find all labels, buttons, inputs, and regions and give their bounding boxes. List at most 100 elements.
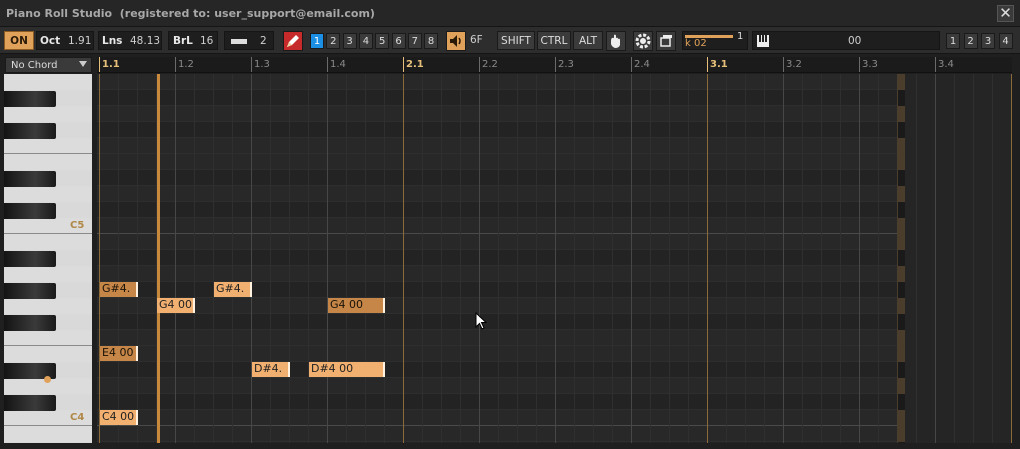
note-block[interactable]: G4 00 (157, 298, 195, 313)
ruler-tick (99, 57, 100, 72)
black-key[interactable] (4, 283, 56, 299)
piano-keyboard[interactable]: C5 C4 (4, 74, 92, 443)
white-key[interactable] (4, 330, 92, 346)
grid-column-line (612, 74, 613, 443)
black-key[interactable] (4, 251, 56, 267)
channel-button-2[interactable]: 2 (963, 33, 978, 49)
white-key[interactable] (4, 266, 92, 282)
layer-button-2[interactable]: 2 (326, 33, 341, 49)
layer-button-6[interactable]: 6 (391, 33, 406, 49)
black-key[interactable] (4, 91, 56, 107)
shift-button[interactable]: SHIFT (497, 31, 535, 50)
white-key[interactable] (4, 426, 92, 442)
channel-button-4[interactable]: 4 (998, 33, 1013, 49)
grid-column-line (726, 74, 727, 443)
end-marker-row (898, 314, 905, 330)
velocity-count: 1 (737, 31, 744, 42)
note-block[interactable]: G#4. (100, 282, 138, 297)
black-key[interactable] (4, 123, 56, 139)
grid-column-line (270, 74, 271, 443)
grid-column-line (346, 74, 347, 443)
gear-icon (635, 33, 651, 49)
white-key[interactable] (4, 346, 92, 362)
ctrl-button[interactable]: CTRL (537, 31, 571, 50)
grid-column-line (593, 74, 594, 443)
note-block[interactable]: E4 00 (100, 346, 138, 361)
hand-icon (611, 34, 620, 48)
layer-button-4[interactable]: 4 (358, 33, 373, 49)
grid-column-line (194, 74, 195, 443)
midi-value: 00 (848, 35, 862, 47)
note-grid[interactable]: G#4. G#4. G4 00 G4 00 E4 00 D#4. D#4 00 C4 00 (97, 74, 1012, 443)
pencil-icon (287, 35, 299, 47)
note-block[interactable]: G4 00 (328, 298, 385, 313)
ruler-tick (327, 57, 328, 72)
grid-column-line (403, 74, 404, 443)
end-marker-row (898, 362, 905, 378)
chevron-down-icon (79, 61, 87, 67)
ruler-label: 3.1 (710, 59, 728, 70)
alt-button[interactable]: ALT (573, 31, 603, 50)
black-key[interactable] (4, 203, 56, 219)
white-key[interactable] (4, 138, 92, 154)
ruler-label: 3.3 (862, 59, 878, 70)
layer-button-7[interactable]: 7 (407, 33, 422, 49)
white-key[interactable] (4, 74, 92, 90)
volume-button[interactable] (446, 31, 466, 51)
bar-length-field[interactable]: BrL 16 (168, 31, 218, 50)
lines-field[interactable]: Lns 48.13 (98, 31, 162, 50)
ruler-tick (707, 57, 708, 72)
grid-column-line (783, 74, 784, 443)
pencil-tool-button[interactable] (283, 31, 303, 51)
grid-column-line (213, 74, 214, 443)
note-block[interactable]: C4 00 (100, 410, 138, 425)
black-key[interactable] (4, 171, 56, 187)
bar-length-label: BrL (173, 35, 193, 47)
layer-button-5[interactable]: 5 (375, 33, 390, 49)
white-key[interactable] (4, 106, 92, 122)
midi-field[interactable]: 00 (752, 31, 940, 50)
loop-start-marker[interactable] (157, 74, 160, 443)
channel-button-3[interactable]: 3 (981, 33, 995, 49)
ruler-label: 3.2 (786, 59, 802, 70)
black-key[interactable] (4, 315, 56, 331)
title-bar: Piano Roll Studio (registered to: user_s… (0, 0, 1020, 27)
layer-button-3[interactable]: 3 (342, 33, 357, 49)
layer-button-8[interactable]: 8 (424, 33, 439, 49)
octave-field[interactable]: Oct 1.91 (36, 31, 94, 50)
grid-column-line (745, 74, 746, 443)
grid-column-line (365, 74, 366, 443)
window-title: Piano Roll Studio (registered to: user_s… (6, 7, 375, 20)
snap-field[interactable]: 2 (224, 31, 274, 50)
layer-button-1[interactable]: 1 (310, 33, 324, 49)
white-key[interactable] (4, 234, 92, 250)
on-toggle-button[interactable]: ON (4, 31, 34, 50)
grid-column-line (992, 74, 993, 443)
hand-tool-button[interactable] (606, 31, 626, 51)
white-key[interactable] (4, 186, 92, 202)
channel-button-1[interactable]: 1 (946, 33, 960, 49)
speaker-icon (450, 35, 461, 47)
timeline-ruler[interactable]: 1.1 1.2 1.3 1.4 2.1 2.2 2.3 2.4 3.1 3.2 3.3 3.4 (97, 57, 1012, 73)
velocity-field[interactable]: k 02 1 (682, 31, 748, 50)
window-mode-button[interactable] (656, 31, 676, 51)
grid-column-line (650, 74, 651, 443)
grid-column-line (251, 74, 252, 443)
close-button[interactable]: ✕ (997, 5, 1014, 22)
white-key[interactable] (4, 298, 92, 314)
ruler-tick (479, 57, 480, 72)
mouse-cursor-icon (475, 312, 487, 330)
note-block[interactable]: D#4. (252, 362, 290, 377)
ruler-label: 1.3 (254, 59, 270, 70)
white-key[interactable] (4, 154, 92, 170)
ruler-label: 3.4 (938, 59, 954, 70)
black-key[interactable] (4, 395, 56, 411)
settings-button[interactable] (633, 31, 653, 51)
grid-column-line (308, 74, 309, 443)
note-block[interactable]: D#4 00 (309, 362, 385, 377)
note-block[interactable]: G#4. (214, 282, 252, 297)
grid-column-line (536, 74, 537, 443)
ruler-label: 2.3 (558, 59, 574, 70)
end-marker-row (898, 170, 905, 186)
grid-column-line (764, 74, 765, 443)
